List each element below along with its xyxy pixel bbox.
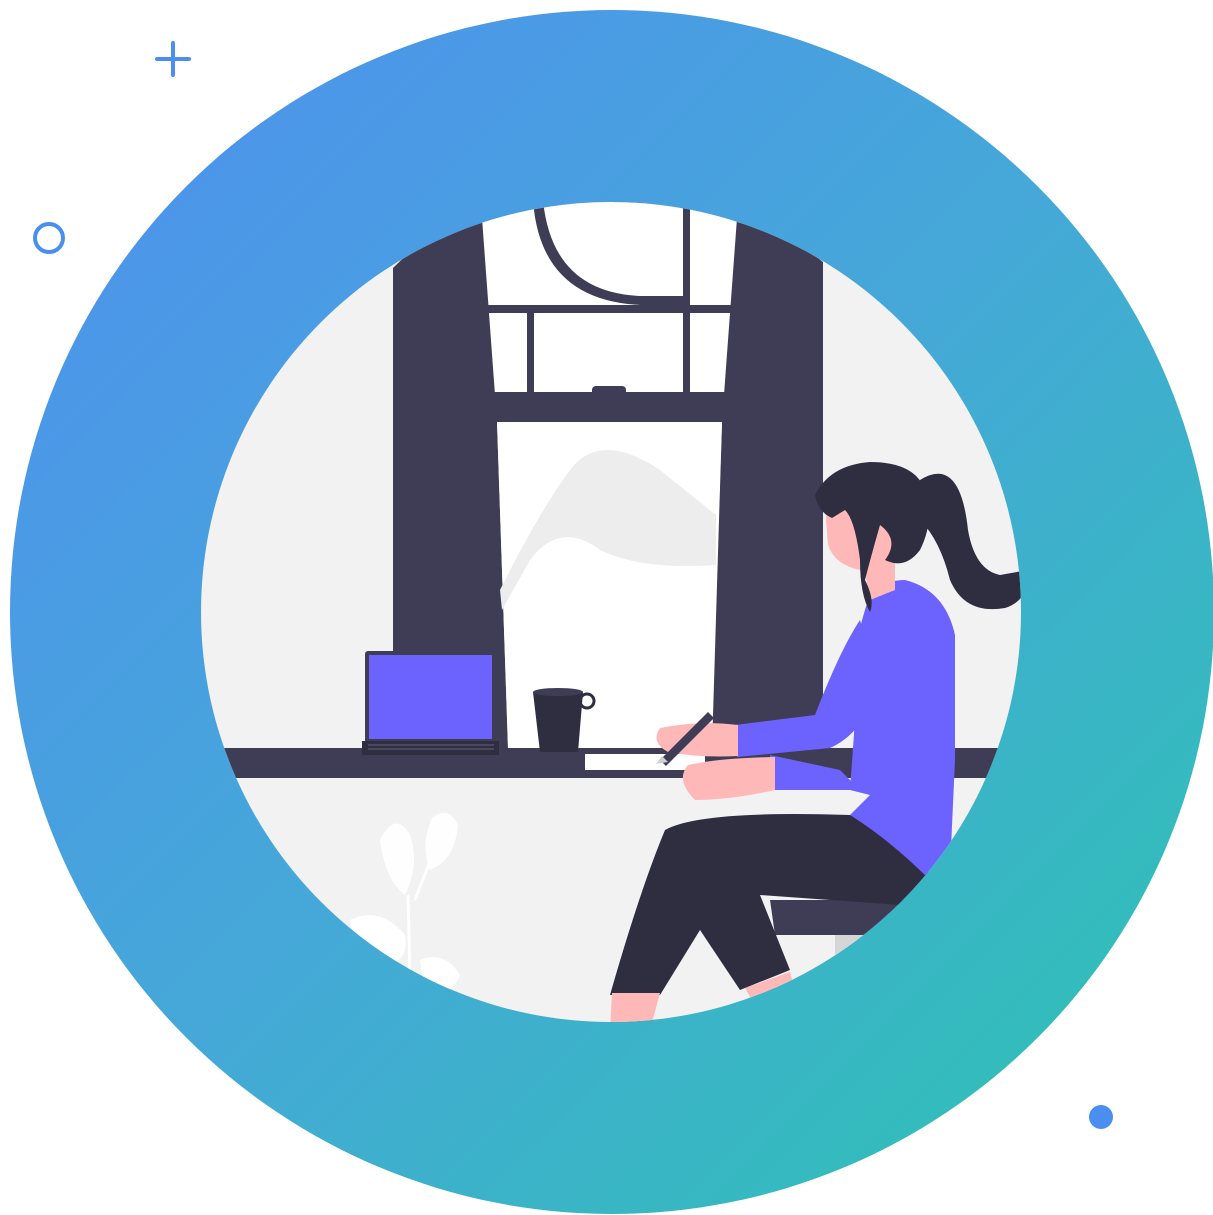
illustration-svg: [10, 10, 1213, 1214]
dot-icon: [1089, 1105, 1113, 1129]
plus-icon: [155, 41, 191, 77]
window-lower: [497, 422, 722, 748]
window-upper: [480, 202, 740, 422]
ring-icon: [33, 222, 65, 254]
illustration-scene: [0, 0, 1213, 1215]
laptop: [362, 651, 499, 755]
